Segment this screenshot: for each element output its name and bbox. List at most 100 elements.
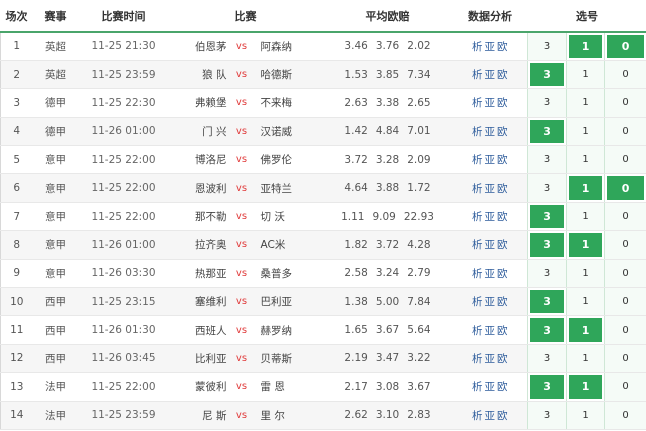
euro-odds-link[interactable]: 欧 bbox=[497, 410, 508, 422]
home-team: 蒙彼利 bbox=[168, 372, 231, 402]
euro-odds-link[interactable]: 欧 bbox=[497, 126, 508, 138]
analysis-link[interactable]: 析 bbox=[472, 183, 483, 195]
asian-odds-link[interactable]: 亚 bbox=[485, 353, 496, 365]
analysis-link[interactable]: 析 bbox=[472, 325, 483, 337]
euro-odds-link[interactable]: 欧 bbox=[497, 239, 508, 251]
analysis-link[interactable]: 析 bbox=[472, 410, 483, 422]
analysis-link[interactable]: 析 bbox=[472, 268, 483, 280]
pick-win-3[interactable]: 3 bbox=[527, 372, 568, 402]
asian-odds-link[interactable]: 亚 bbox=[485, 268, 496, 280]
pick-loss-0[interactable]: 0 bbox=[604, 315, 646, 345]
analysis-link[interactable]: 析 bbox=[472, 239, 483, 251]
euro-odds-link[interactable]: 欧 bbox=[497, 154, 508, 166]
pick-draw-1[interactable]: 1 bbox=[566, 145, 606, 175]
asian-odds-link[interactable]: 亚 bbox=[485, 239, 496, 251]
pick-loss-0[interactable]: 0 bbox=[604, 287, 646, 317]
pick-win-3[interactable]: 3 bbox=[527, 145, 568, 175]
pick-win-3[interactable]: 3 bbox=[527, 315, 568, 345]
analysis-link[interactable]: 析 bbox=[472, 381, 483, 393]
pick-win-3[interactable]: 3 bbox=[527, 32, 568, 61]
away-team: 巴利亚 bbox=[252, 287, 323, 317]
pick-draw-1[interactable]: 1 bbox=[566, 315, 606, 345]
pick-draw-1[interactable]: 1 bbox=[566, 173, 606, 203]
pick-draw-1[interactable]: 1 bbox=[566, 287, 606, 317]
analysis-link[interactable]: 析 bbox=[472, 296, 483, 308]
analysis-link[interactable]: 析 bbox=[472, 97, 483, 109]
pick-win-3[interactable]: 3 bbox=[527, 60, 568, 90]
pick-draw-1[interactable]: 1 bbox=[566, 372, 606, 402]
asian-odds-link[interactable]: 亚 bbox=[485, 410, 496, 422]
euro-odds-link[interactable]: 欧 bbox=[497, 183, 508, 195]
euro-odds-link[interactable]: 欧 bbox=[497, 211, 508, 223]
pick-win-3[interactable]: 3 bbox=[527, 117, 568, 147]
pick-loss-0[interactable]: 0 bbox=[604, 202, 646, 232]
asian-odds-link[interactable]: 亚 bbox=[485, 381, 496, 393]
away-team: 哈德斯 bbox=[252, 60, 323, 90]
pick-win-3[interactable]: 3 bbox=[527, 259, 568, 289]
pick-loss-0[interactable]: 0 bbox=[604, 117, 646, 147]
asian-odds-link[interactable]: 亚 bbox=[485, 69, 496, 81]
vs-label: vs bbox=[230, 117, 253, 147]
odds-home-win: 1.53 bbox=[344, 68, 368, 81]
euro-odds-link[interactable]: 欧 bbox=[497, 353, 508, 365]
pick-loss-0[interactable]: 0 bbox=[604, 60, 646, 90]
odds-home-win: 1.42 bbox=[344, 125, 368, 138]
pick-draw-1[interactable]: 1 bbox=[566, 32, 606, 61]
euro-odds-link[interactable]: 欧 bbox=[497, 296, 508, 308]
pick-loss-0[interactable]: 0 bbox=[604, 32, 646, 61]
pick-draw-1[interactable]: 1 bbox=[566, 259, 606, 289]
pick-loss-0[interactable]: 0 bbox=[604, 259, 646, 289]
asian-odds-link[interactable]: 亚 bbox=[485, 126, 496, 138]
pick-draw-1[interactable]: 1 bbox=[566, 88, 606, 118]
pick-loss-0[interactable]: 0 bbox=[604, 173, 646, 203]
asian-odds-link[interactable]: 亚 bbox=[485, 41, 496, 53]
analysis-link[interactable]: 析 bbox=[472, 41, 483, 53]
away-team: AC米 bbox=[252, 230, 323, 260]
average-odds: 2.19 3.47 3.22 bbox=[322, 344, 453, 374]
analysis-links: 析亚欧 bbox=[452, 88, 528, 118]
asian-odds-link[interactable]: 亚 bbox=[485, 154, 496, 166]
pick-loss-0[interactable]: 0 bbox=[604, 230, 646, 260]
analysis-link[interactable]: 析 bbox=[472, 211, 483, 223]
odds-draw: 4.84 bbox=[375, 125, 400, 138]
pick-draw-1[interactable]: 1 bbox=[566, 117, 606, 147]
asian-odds-link[interactable]: 亚 bbox=[485, 97, 496, 109]
pick-loss-0[interactable]: 0 bbox=[604, 372, 646, 402]
odds-home-win: 3.72 bbox=[344, 153, 368, 166]
pick-draw-1[interactable]: 1 bbox=[566, 202, 606, 232]
euro-odds-link[interactable]: 欧 bbox=[497, 41, 508, 53]
header-league: 赛事 bbox=[32, 0, 79, 33]
pick-loss-0[interactable]: 0 bbox=[604, 88, 646, 118]
pick-win-3[interactable]: 3 bbox=[527, 344, 568, 374]
pick-win-3[interactable]: 3 bbox=[527, 401, 568, 430]
pick-loss-0[interactable]: 0 bbox=[604, 344, 646, 374]
pick-loss-0[interactable]: 0 bbox=[604, 145, 646, 175]
odds-home-win: 1.82 bbox=[344, 238, 368, 251]
asian-odds-link[interactable]: 亚 bbox=[485, 211, 496, 223]
match-index: 2 bbox=[0, 60, 33, 90]
pick-draw-1[interactable]: 1 bbox=[566, 230, 606, 260]
pick-win-3[interactable]: 3 bbox=[527, 230, 568, 260]
asian-odds-link[interactable]: 亚 bbox=[485, 183, 496, 195]
euro-odds-link[interactable]: 欧 bbox=[497, 268, 508, 280]
analysis-link[interactable]: 析 bbox=[472, 69, 483, 81]
pick-loss-0[interactable]: 0 bbox=[604, 401, 646, 430]
pick-win-3[interactable]: 3 bbox=[527, 88, 568, 118]
pick-draw-1[interactable]: 1 bbox=[566, 344, 606, 374]
pick-win-3[interactable]: 3 bbox=[527, 202, 568, 232]
analysis-link[interactable]: 析 bbox=[472, 126, 483, 138]
pick-win-3[interactable]: 3 bbox=[527, 287, 568, 317]
odds-away-win: 22.93 bbox=[403, 210, 434, 223]
analysis-link[interactable]: 析 bbox=[472, 353, 483, 365]
asian-odds-link[interactable]: 亚 bbox=[485, 296, 496, 308]
analysis-link[interactable]: 析 bbox=[472, 154, 483, 166]
euro-odds-link[interactable]: 欧 bbox=[497, 325, 508, 337]
kickoff-time: 11-25 21:30 bbox=[78, 32, 169, 61]
asian-odds-link[interactable]: 亚 bbox=[485, 325, 496, 337]
pick-draw-1[interactable]: 1 bbox=[566, 401, 606, 430]
pick-win-3[interactable]: 3 bbox=[527, 173, 568, 203]
euro-odds-link[interactable]: 欧 bbox=[497, 381, 508, 393]
euro-odds-link[interactable]: 欧 bbox=[497, 69, 508, 81]
pick-draw-1[interactable]: 1 bbox=[566, 60, 606, 90]
euro-odds-link[interactable]: 欧 bbox=[497, 97, 508, 109]
